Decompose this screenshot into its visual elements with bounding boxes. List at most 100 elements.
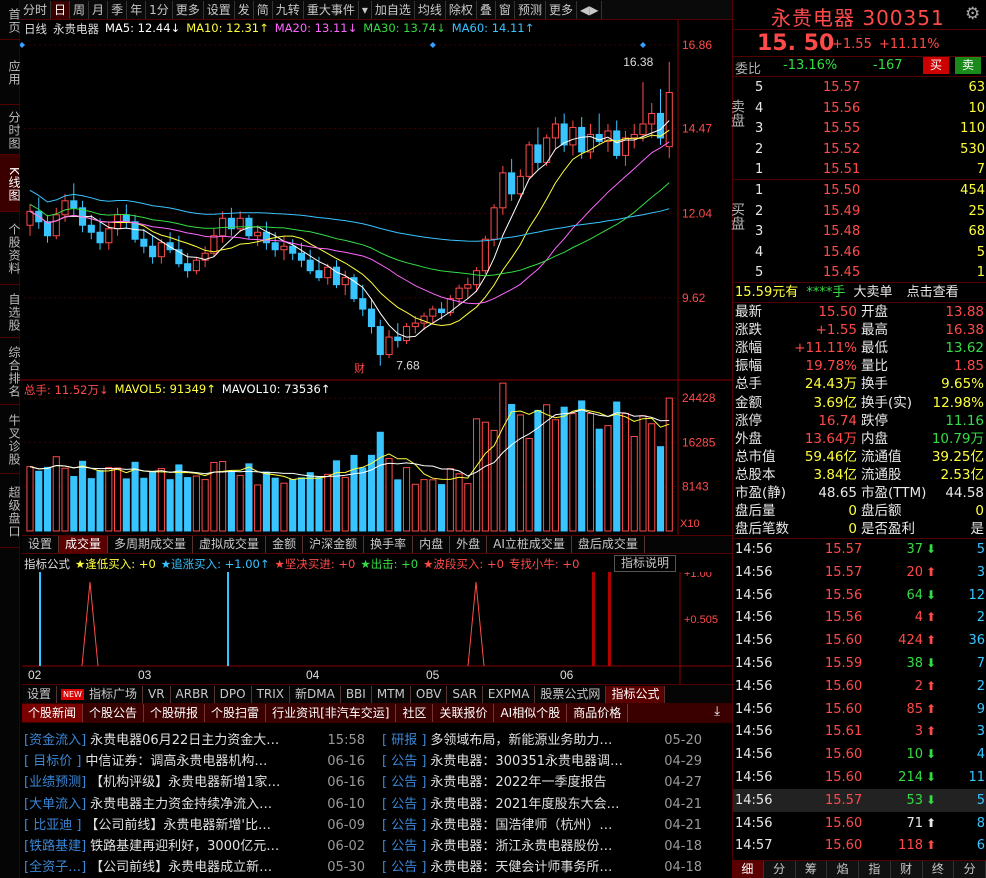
news-item[interactable]: [业绩预测] 【机构评级】永贵电器新增1家… 06-16	[24, 772, 379, 793]
bids-row[interactable]: 5 15.45 1	[733, 262, 986, 283]
news-item[interactable]: [ 公告 ] 永贵电器：300351永贵电器调… 04-29	[382, 751, 732, 772]
news-item[interactable]: [ 目标价 ] 中信证券：调高永贵电器机构… 06-16	[24, 751, 379, 772]
toolbar-item-20[interactable]: 更多	[546, 0, 577, 19]
news-item[interactable]: [大单流入] 永贵电器主力资金持续净流入… 06-10	[24, 794, 379, 815]
toolbar-item-6[interactable]: 1分	[146, 0, 173, 19]
formula-tab-12[interactable]: 股票公式网	[535, 685, 607, 703]
chart-tab-10[interactable]: 盘后成交量	[572, 536, 645, 553]
news-tab-2[interactable]: 个股研报	[144, 704, 206, 722]
toolbar-item-8[interactable]: 设置	[204, 0, 235, 19]
chart-tab-2[interactable]: 多周期成交量	[108, 536, 194, 553]
side-tab-7[interactable]: 牛叉诊股	[0, 405, 21, 474]
toolbar-item-18[interactable]: 窗	[496, 0, 515, 19]
side-tab-5[interactable]: 自选股	[0, 285, 21, 338]
indicator-explain-button[interactable]: 指标说明	[614, 555, 676, 572]
formula-tab-8[interactable]: MTM	[372, 685, 411, 703]
side-tab-1[interactable]: 应用	[0, 40, 21, 105]
news-tab-3[interactable]: 个股扫雷	[205, 704, 267, 722]
chart-tab-6[interactable]: 换手率	[364, 536, 414, 553]
formula-tab-9[interactable]: OBV	[411, 685, 448, 703]
quote-tab-5[interactable]: 财	[891, 861, 923, 878]
news-item[interactable]: [ 公告 ] 永贵电器：2021年度股东大会… 04-21	[382, 794, 732, 815]
quote-tab-1[interactable]: 分	[764, 861, 796, 878]
toolbar-item-15[interactable]: 均线	[415, 0, 446, 19]
news-item[interactable]: [ 公告 ] 永贵电器：天健会计师事务所… 04-18	[382, 857, 732, 878]
formula-tab-0[interactable]: 设置	[22, 685, 58, 703]
chart-tab-8[interactable]: 外盘	[450, 536, 488, 553]
quote-tab-2[interactable]: 筹	[796, 861, 828, 878]
toolbar-item-7[interactable]: 更多	[173, 0, 204, 19]
asks-row[interactable]: 4 15.56 10	[733, 98, 986, 119]
news-tab-5[interactable]: 社区	[396, 704, 434, 722]
chart-tab-9[interactable]: AI立桩成交量	[487, 536, 572, 553]
toolbar-item-9[interactable]: 发	[235, 0, 254, 19]
chart-tab-1[interactable]: 成交量	[59, 536, 109, 553]
kline-chart[interactable]: 16.86 14.47 12.04 9.62 16.38 7.68 财 24428 16285 8…	[20, 20, 732, 535]
side-tab-3[interactable]: K线图	[0, 155, 21, 212]
bids-row[interactable]: 1 15.50 454	[733, 180, 986, 201]
news-tab-0[interactable]: 个股新闻	[22, 704, 84, 722]
toolbar-item-14[interactable]: 加自选	[372, 0, 415, 19]
chart-tab-7[interactable]: 内盘	[413, 536, 451, 553]
side-tab-6[interactable]: 综合排名	[0, 338, 21, 405]
bids-row[interactable]: 4 15.46 5	[733, 242, 986, 263]
quote-tab-7[interactable]: 分	[954, 861, 986, 878]
news-tab-7[interactable]: AI相似个股	[494, 704, 568, 722]
sell-button[interactable]: 卖	[955, 57, 981, 74]
toolbar-item-12[interactable]: 重大事件	[304, 0, 359, 19]
formula-tab-7[interactable]: BBI	[341, 685, 372, 703]
news-tab-4[interactable]: 行业资讯[非汽车交运]	[266, 704, 397, 722]
news-item[interactable]: [ 公告 ] 永贵电器：国浩律师（杭州）… 04-21	[382, 815, 732, 836]
toolbar-item-10[interactable]: 简	[254, 0, 273, 19]
download-icon[interactable]: ⤓	[714, 704, 720, 719]
formula-tab-6[interactable]: 新DMA	[290, 685, 341, 703]
news-item[interactable]: [全资子…] 【公司前线】永贵电器成立新… 05-30	[24, 857, 379, 878]
news-item[interactable]: [ 研报 ] 多领域布局，新能源业务助力… 05-20	[382, 730, 732, 751]
formula-tab-10[interactable]: SAR	[447, 685, 483, 703]
news-item[interactable]: [ 比亚迪 ] 【公司前线】永贵电器新增'比… 06-09	[24, 815, 379, 836]
formula-tab-3[interactable]: ARBR	[171, 685, 215, 703]
toolbar-item-0[interactable]: 分时	[20, 0, 52, 19]
formula-tab-4[interactable]: DPO	[215, 685, 252, 703]
asks-row[interactable]: 1 15.51 7	[733, 159, 986, 180]
asks-row[interactable]: 3 15.55 110	[733, 118, 986, 139]
quote-tab-3[interactable]: 焰	[827, 861, 859, 878]
formula-tab-5[interactable]: TRIX	[252, 685, 291, 703]
side-tab-8[interactable]: 超级盘口	[0, 474, 21, 548]
chart-tab-3[interactable]: 虚拟成交量	[193, 536, 267, 553]
toolbar-item-5[interactable]: 年	[127, 0, 147, 19]
big-order-link[interactable]: 点击查看	[907, 285, 959, 300]
toolbar-item-11[interactable]: 九转	[273, 0, 304, 19]
news-item[interactable]: [铁路基建] 铁路基建再迎利好，3000亿元… 06-02	[24, 836, 379, 857]
toolbar-item-1[interactable]: 日	[51, 0, 71, 19]
news-item[interactable]: [ 公告 ] 永贵电器：浙江永贵电器股份… 04-18	[382, 836, 732, 857]
formula-tab-1[interactable]: 指标广场	[84, 685, 143, 703]
asks-row[interactable]: 5 15.57 63	[733, 77, 986, 98]
bids-row[interactable]: 2 15.49 25	[733, 201, 986, 222]
news-tab-6[interactable]: 关联报价	[433, 704, 495, 722]
toolbar-item-19[interactable]: 预测	[515, 0, 546, 19]
buy-button[interactable]: 买	[923, 57, 949, 74]
toolbar-item-2[interactable]: 周	[70, 0, 90, 19]
formula-tab-11[interactable]: EXPMA	[483, 685, 536, 703]
side-tab-4[interactable]: 个股资料	[0, 212, 21, 285]
quote-tab-0[interactable]: 细	[732, 861, 764, 878]
toolbar-item-17[interactable]: 叠	[477, 0, 496, 19]
side-tab-0[interactable]: 首页	[0, 0, 21, 40]
quote-tab-4[interactable]: 指	[859, 861, 891, 878]
chart-tab-4[interactable]: 金额	[266, 536, 304, 553]
toolbar-item-13[interactable]: ▾	[359, 0, 372, 19]
formula-tab-13[interactable]: 指标公式	[606, 685, 666, 703]
quote-tab-6[interactable]: 终	[923, 861, 955, 878]
chart-tab-5[interactable]: 沪深金额	[303, 536, 365, 553]
toolbar-item-3[interactable]: 月	[89, 0, 109, 19]
chart-tab-0[interactable]: 设置	[22, 536, 60, 553]
toolbar-item-4[interactable]: 季	[108, 0, 128, 19]
news-tab-1[interactable]: 个股公告	[83, 704, 145, 722]
news-item[interactable]: [资金流入] 永贵电器06月22日主力资金大… 15:58	[24, 730, 379, 751]
news-tab-8[interactable]: 商品价格	[567, 704, 629, 722]
asks-row[interactable]: 2 15.52 530	[733, 139, 986, 160]
formula-tab-2[interactable]: VR	[143, 685, 171, 703]
big-order-row[interactable]: 15.59元有 ****手 大卖单 点击查看	[735, 283, 959, 302]
news-item[interactable]: [ 公告 ] 永贵电器：2022年一季度报告 04-27	[382, 772, 732, 793]
